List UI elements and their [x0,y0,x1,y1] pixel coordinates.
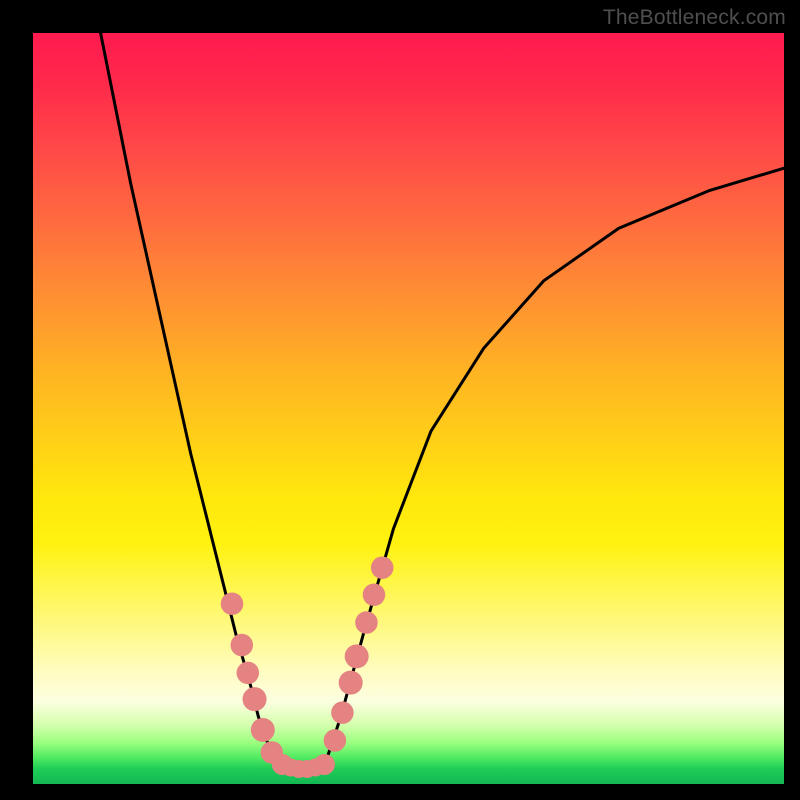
data-marker [314,754,335,775]
bottleneck-curve [101,33,784,769]
plot-area [33,33,784,784]
data-marker [345,644,369,668]
watermark-text: TheBottleneck.com [603,6,786,30]
data-marker [355,611,378,634]
data-marker [371,556,394,579]
data-marker [231,634,254,657]
chart-frame: TheBottleneck.com [0,0,800,800]
data-marker [324,729,347,752]
data-marker [221,592,244,615]
data-marker [237,662,260,685]
data-marker [243,687,267,711]
data-marker [363,583,386,606]
data-marker [331,701,354,724]
curve-layer [33,33,784,784]
data-marker [339,671,363,695]
data-marker [251,718,275,742]
